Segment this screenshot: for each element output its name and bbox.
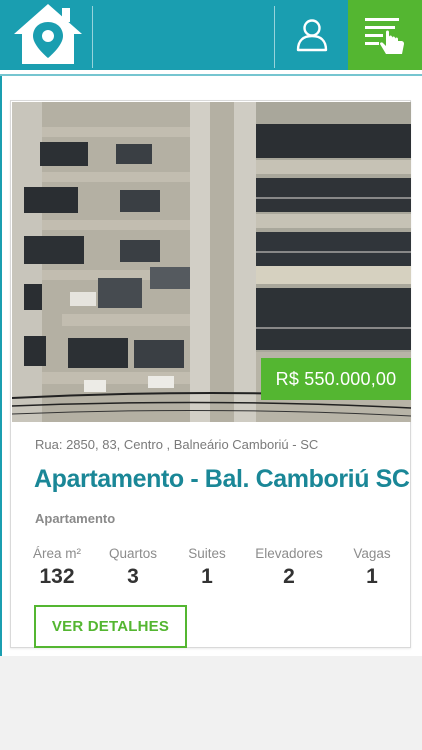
- property-address: Rua: 2850, 83, Centro , Balneário Cambor…: [35, 437, 319, 452]
- stat-label: Área m²: [32, 546, 81, 561]
- property-card[interactable]: R$ 550.000,00 Rua: 2850, 83, Centro , Ba…: [10, 100, 411, 648]
- stat-value: 2: [283, 565, 295, 588]
- property-type: Apartamento: [35, 511, 116, 526]
- house-location-pin-icon[interactable]: [8, 0, 88, 68]
- app-header: [0, 0, 422, 70]
- stat-bedrooms: Quartos 3: [93, 546, 173, 589]
- stat-label: Elevadores: [255, 546, 323, 561]
- stat-parking: Vagas 1: [332, 546, 412, 589]
- left-accent-edge: [0, 76, 2, 656]
- filter-menu-button[interactable]: [348, 0, 422, 70]
- price-badge: R$ 550.000,00: [261, 358, 411, 400]
- filter-menu-hand-icon: [365, 18, 404, 54]
- stat-value: 132: [39, 565, 75, 588]
- view-details-button[interactable]: VER DETALHES: [34, 605, 187, 648]
- user-profile-button[interactable]: [275, 0, 348, 70]
- stat-label: Quartos: [108, 546, 158, 561]
- stat-value: 3: [127, 565, 139, 588]
- stat-area: Área m² 132: [17, 546, 97, 589]
- stat-label: Suites: [188, 546, 226, 561]
- user-profile-icon: [296, 19, 327, 52]
- stat-suites: Suites 1: [167, 546, 247, 589]
- property-title[interactable]: Apartamento - Bal. Camboriú SC: [34, 465, 410, 494]
- stat-value: 1: [201, 565, 213, 588]
- property-stats: Área m² 132 Quartos 3 Suites 1 Elevadore…: [11, 546, 412, 596]
- stat-label: Vagas: [353, 546, 391, 561]
- stat-value: 1: [366, 565, 378, 588]
- stat-elevators: Elevadores 2: [249, 546, 329, 589]
- property-photo[interactable]: R$ 550.000,00: [12, 102, 411, 422]
- header-divider: [92, 6, 93, 68]
